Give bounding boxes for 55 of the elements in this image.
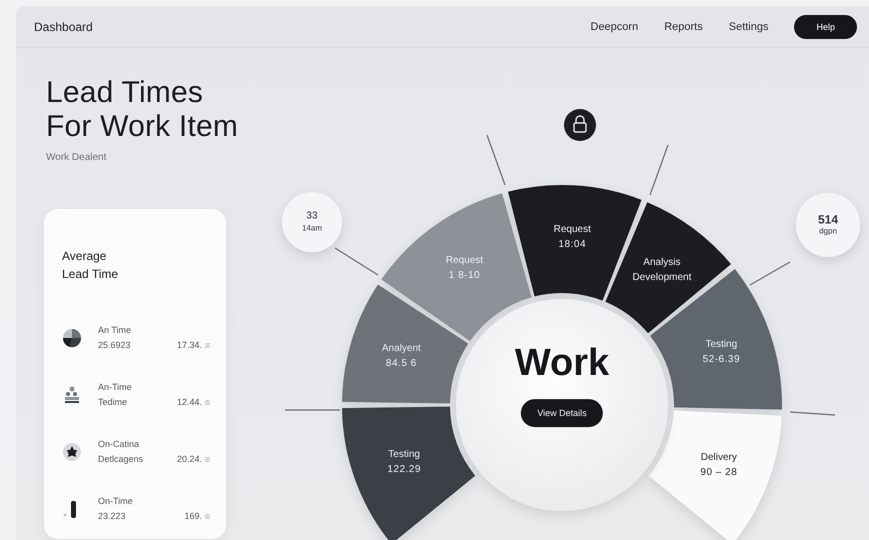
segment-value: 52-6.39: [702, 352, 740, 367]
segment-name: Testing: [387, 448, 421, 462]
leader-line: [334, 248, 378, 276]
item-detail: Detlcagens: [98, 452, 144, 466]
segment-name: Testing: [704, 338, 738, 352]
item-detail: 23.223: [98, 510, 126, 522]
nav-link[interactable]: Reports: [664, 20, 703, 32]
bubble-value: 33: [305, 210, 319, 222]
segment-name: Analysis Development: [632, 256, 692, 285]
item-name: On-Time: [98, 494, 134, 508]
nav-link[interactable]: Settings: [728, 20, 768, 32]
bubble-background: [796, 193, 860, 257]
bubble-background: [282, 192, 342, 252]
leader-line: [750, 261, 790, 286]
leader-line: [486, 134, 506, 186]
item-detail: 25.6923: [98, 338, 131, 352]
center-title: Work: [514, 342, 610, 386]
segment-name: Request: [446, 254, 484, 268]
leader-line: [649, 144, 669, 196]
item-value: 17.34.: [176, 338, 202, 352]
unit-icon: [205, 400, 210, 404]
item-name: On-Catina: [98, 438, 140, 450]
item-value: 169.: [184, 510, 202, 522]
segment-value: 18:04: [557, 238, 588, 252]
bubble-unit: 14am: [302, 222, 322, 234]
view-details-button[interactable]: View Details: [521, 399, 603, 428]
help-button[interactable]: Help: [794, 14, 857, 38]
item-value: 12.44.: [176, 396, 202, 408]
segment-value: 84.5 6: [384, 356, 418, 371]
item-detail: Tedime: [98, 396, 128, 408]
dashboard-title: Dashboard: [34, 20, 93, 34]
badge-icon: [62, 442, 82, 462]
segment-value: 122.29: [387, 463, 421, 478]
item-name: An-Time: [98, 380, 133, 394]
unit-icon: [205, 342, 210, 348]
segment-value: 1 8-10: [448, 269, 482, 284]
segment-name: Analyent: [382, 342, 421, 356]
leader-line: [790, 411, 836, 416]
segment-value: 90 – 28: [700, 466, 738, 480]
bubble-value: 514: [818, 214, 838, 226]
card-title: Average Lead Time: [62, 248, 120, 283]
lock-icon[interactable]: [564, 109, 596, 141]
segment-name: Delivery: [700, 451, 738, 466]
bubble-unit: dgpn: [818, 226, 838, 236]
page-subtitle: Work Dealent: [46, 152, 108, 163]
unit-icon: [205, 514, 210, 518]
unit-icon: [205, 456, 210, 462]
people-icon: [62, 384, 82, 404]
item-name: An Time: [98, 324, 132, 336]
leader-line: [285, 409, 340, 411]
item-value: 20.24.: [176, 452, 202, 466]
nav-link[interactable]: Deepcorn: [590, 20, 638, 32]
pie-chart-icon: [62, 328, 82, 348]
segment-name: Request: [554, 223, 591, 238]
page-title: Lead Times For Work Item: [46, 76, 240, 144]
